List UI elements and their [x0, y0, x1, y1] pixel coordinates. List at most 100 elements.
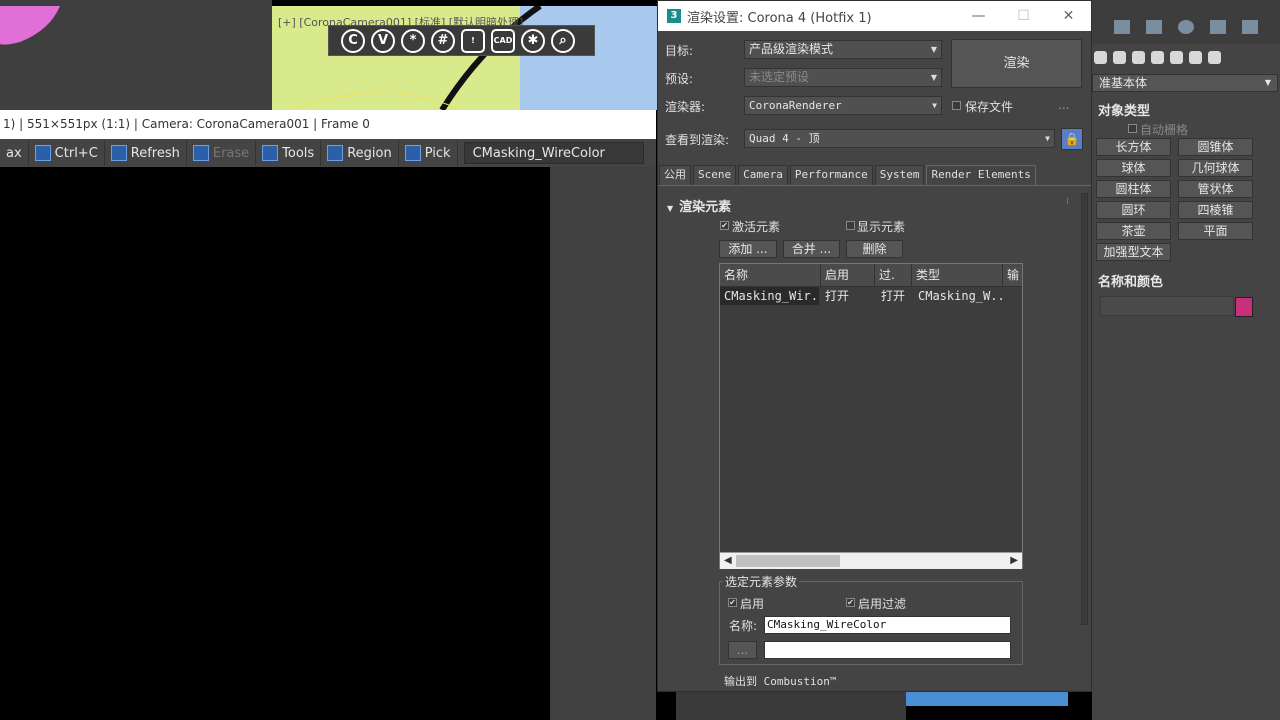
tab-camera[interactable]: Camera	[738, 165, 788, 185]
tube-button[interactable]: 管状体	[1178, 180, 1253, 198]
box-button[interactable]: 长方体	[1096, 138, 1171, 156]
sphere-button[interactable]: 球体	[1096, 159, 1171, 177]
active-elements-checkbox[interactable]: ✔	[720, 221, 729, 230]
hierarchy-tab-icon[interactable]	[1178, 20, 1194, 34]
corona-search-icon[interactable]: ⌕	[551, 28, 575, 53]
object-name-input[interactable]	[1100, 296, 1234, 316]
corona-globe-icon[interactable]: #	[431, 28, 455, 53]
maximize-icon[interactable]: ☐	[1001, 1, 1046, 31]
tab-render-elements[interactable]: Render Elements	[926, 165, 1036, 185]
refresh-button[interactable]: Refresh	[105, 140, 187, 166]
erase-button[interactable]: Erase	[187, 140, 257, 166]
geometry-category-select[interactable]: 准基本体 ▼	[1092, 74, 1278, 92]
tab-scene[interactable]: Scene	[693, 165, 737, 185]
scroll-right-icon[interactable]: ▶	[1010, 553, 1018, 569]
dropdown-arrow-icon: ▼	[932, 101, 937, 110]
save-file-checkbox[interactable]	[952, 101, 961, 110]
tab-system[interactable]: System	[874, 165, 925, 185]
geosphere-button[interactable]: 几何球体	[1178, 159, 1253, 177]
column-enabled[interactable]: 启用	[821, 264, 875, 286]
column-filter[interactable]: 过.	[875, 264, 912, 286]
autogrid-label: 自动栅格	[1140, 123, 1189, 137]
panel-scrollbar[interactable]	[1081, 193, 1088, 625]
geometry-icon[interactable]	[1094, 50, 1107, 64]
cylinder-button[interactable]: 圆柱体	[1096, 180, 1171, 198]
cameras-icon[interactable]	[1151, 50, 1164, 64]
systems-icon[interactable]	[1208, 50, 1221, 64]
copy-button[interactable]: Ctrl+C	[29, 140, 105, 166]
shapes-icon[interactable]	[1113, 50, 1126, 64]
viewport-left[interactable]	[0, 0, 266, 110]
lock-view-icon[interactable]: 🔒	[1061, 128, 1083, 150]
corona-v-icon[interactable]: V	[371, 28, 395, 53]
corona-c-icon[interactable]: C	[341, 28, 365, 53]
display-elements-checkbox[interactable]	[846, 221, 855, 230]
helpers-icon[interactable]	[1170, 50, 1183, 64]
object-type-title[interactable]: 对象类型	[1098, 100, 1150, 119]
render-channel-select[interactable]: CMasking_WireColor	[463, 142, 644, 164]
display-elements-label: 显示元素	[857, 220, 906, 234]
spacewarps-icon[interactable]	[1189, 50, 1202, 64]
view-to-render-value: Quad 4 - 顶	[749, 132, 820, 145]
lights-icon[interactable]	[1132, 50, 1145, 64]
scroll-thumb[interactable]	[736, 555, 840, 567]
combustion-output-label[interactable]: 输出到 Combustion™	[724, 673, 836, 689]
render-elements-list[interactable]: 名称 启用 过. 类型 输 CMasking_Wir... 打开 打开 CMas…	[719, 263, 1023, 569]
table-row[interactable]: CMasking_Wir... 打开 打开 CMasking_W...	[720, 287, 1022, 305]
row-enabled: 打开	[825, 289, 850, 303]
scroll-left-icon[interactable]: ◀	[724, 553, 732, 569]
enable-filter-checkbox[interactable]: ✔	[846, 598, 855, 607]
preset-value: 未选定预设	[749, 70, 810, 84]
corona-sphere-icon[interactable]: *	[401, 28, 425, 53]
enable-filter-label: 启用过滤	[858, 597, 907, 611]
column-output[interactable]: 输	[1003, 264, 1022, 286]
corona-lamp-icon[interactable]: !	[461, 28, 485, 53]
target-label: 目标:	[665, 44, 694, 58]
render-elements-rollout-title[interactable]: ▼ 渲染元素	[667, 196, 731, 215]
max-button[interactable]: ax	[0, 140, 29, 166]
pick-button[interactable]: Pick	[399, 140, 458, 166]
enable-checkbox[interactable]: ✔	[728, 598, 737, 607]
cone-button[interactable]: 圆锥体	[1178, 138, 1253, 156]
teapot-button[interactable]: 茶壶	[1096, 222, 1171, 240]
autogrid-checkbox[interactable]	[1128, 124, 1137, 133]
text-plus-button[interactable]: 加强型文本	[1096, 243, 1171, 261]
create-tab-icon[interactable]	[1114, 20, 1130, 34]
merge-element-button[interactable]: 合并 ...	[783, 240, 840, 258]
render-button[interactable]: 渲染	[951, 39, 1082, 88]
name-color-title[interactable]: 名称和颜色	[1098, 271, 1163, 290]
torus-button[interactable]: 圆环	[1096, 201, 1171, 219]
corona-sun-icon[interactable]: ✱	[521, 28, 545, 53]
column-type[interactable]: 类型	[912, 264, 1003, 286]
list-horizontal-scrollbar[interactable]: ◀ ▶	[720, 552, 1022, 569]
row-type: CMasking_W...	[918, 289, 1004, 303]
app-logo-icon: 3	[667, 9, 681, 23]
corona-cad-icon[interactable]: CAD	[491, 28, 515, 53]
save-file-options-button[interactable]: ...	[1058, 98, 1069, 112]
dialog-titlebar[interactable]: 3 渲染设置: Corona 4 (Hotfix 1) — ☐ ✕	[658, 1, 1091, 31]
browse-path-button[interactable]: ...	[728, 641, 757, 659]
add-element-button[interactable]: 添加 ...	[719, 240, 777, 258]
preset-select[interactable]: 未选定预设 ▼	[744, 68, 942, 87]
tab-performance[interactable]: Performance	[789, 165, 873, 185]
region-button[interactable]: Region	[321, 140, 399, 166]
delete-element-button[interactable]: 删除	[846, 240, 903, 258]
create-subcategory-icons	[1092, 46, 1280, 68]
renderer-select[interactable]: CoronaRenderer ▼	[744, 96, 942, 115]
tools-button[interactable]: Tools	[256, 140, 322, 166]
utilities-tab-icon[interactable]	[1242, 20, 1258, 34]
modify-tab-icon[interactable]	[1146, 20, 1162, 34]
tab-common[interactable]: 公用	[659, 165, 691, 185]
output-path-input[interactable]	[764, 641, 1011, 659]
save-file-label: 保存文件	[965, 100, 1014, 114]
plane-button[interactable]: 平面	[1178, 222, 1253, 240]
object-color-swatch[interactable]	[1235, 297, 1253, 317]
minimize-icon[interactable]: —	[956, 1, 1001, 31]
column-name[interactable]: 名称	[720, 264, 821, 286]
element-name-input[interactable]: CMasking_WireColor	[764, 616, 1011, 634]
pyramid-button[interactable]: 四棱锥	[1178, 201, 1253, 219]
view-to-render-select[interactable]: Quad 4 - 顶 ▼	[744, 129, 1055, 148]
target-select[interactable]: 产品级渲染模式 ▼	[744, 40, 942, 59]
close-icon[interactable]: ✕	[1046, 1, 1091, 31]
motion-tab-icon[interactable]	[1210, 20, 1226, 34]
